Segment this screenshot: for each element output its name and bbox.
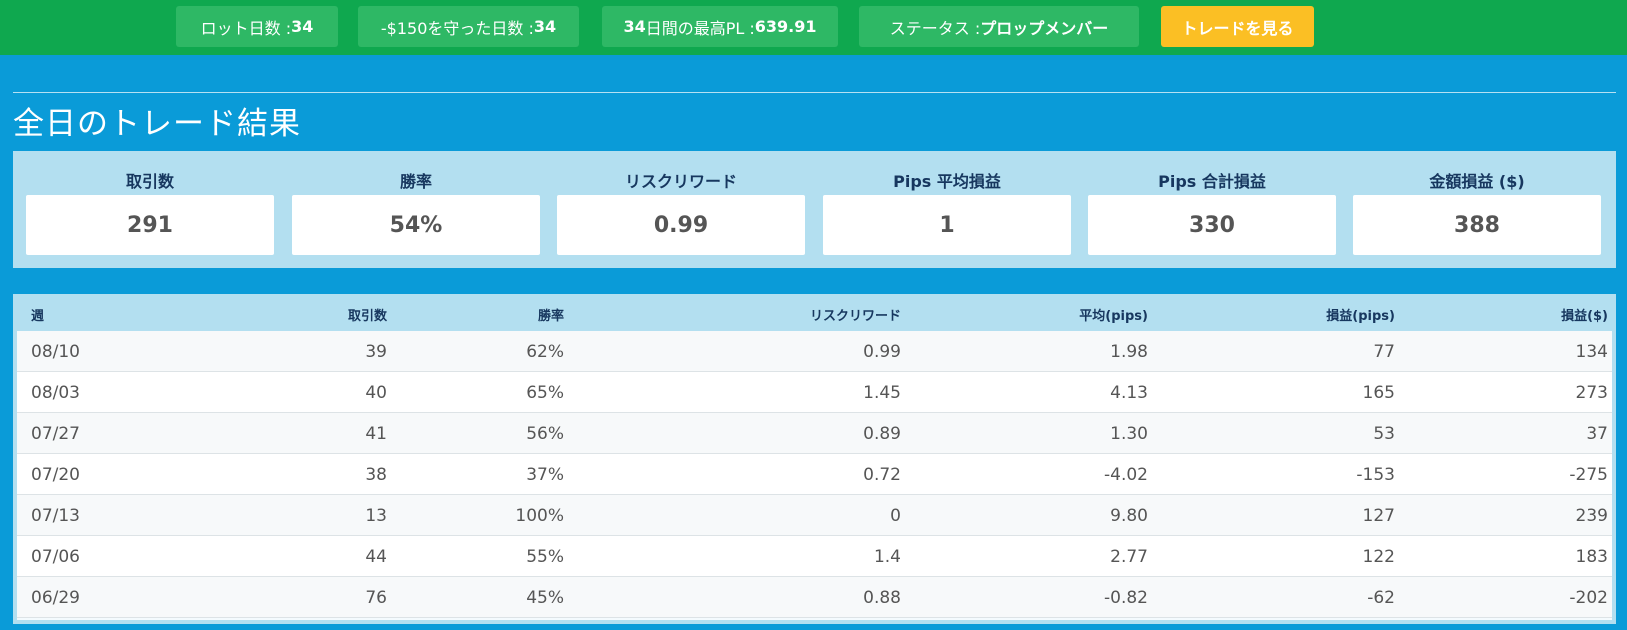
- stat-riskreward-label: リスクリワード: [624, 172, 737, 191]
- cell-pl-dollar: 273: [1575, 383, 1608, 403]
- col-riskreward-header: リスクリワード: [809, 309, 901, 324]
- stat-avg-pips-value: 1: [823, 195, 1071, 255]
- cell-avg-pips: 9.80: [1110, 506, 1148, 526]
- stat-total-pips-label: Pips 合計損益: [1158, 172, 1266, 191]
- cell-avg-pips: -4.02: [1104, 465, 1148, 485]
- best-pl-value: 639.91: [754, 17, 817, 36]
- cell-avg-pips: -0.82: [1104, 588, 1148, 608]
- cell-winrate: 100%: [515, 506, 564, 526]
- cell-pl-pips: -62: [1367, 588, 1395, 608]
- cell-trades: 39: [365, 342, 387, 362]
- cell-riskreward: 1.45: [863, 383, 901, 403]
- cell-trades: 76: [365, 588, 387, 608]
- cell-riskreward: 0.72: [863, 465, 901, 485]
- weekly-results-table: 週 取引数 勝率 リスクリワード 平均(pips) 損益(pips) 損益($)…: [13, 294, 1616, 624]
- cell-week: 07/20: [31, 465, 80, 485]
- protected-days-badge: -$150を守った日数 : 34: [358, 6, 579, 47]
- cell-trades: 41: [365, 424, 387, 444]
- cell-winrate: 56%: [526, 424, 564, 444]
- lot-days-badge: ロット日数 : 34: [176, 6, 338, 47]
- protected-days-label: -$150を守った日数 :: [380, 18, 534, 38]
- cell-trades: 13: [365, 506, 387, 526]
- cell-pl-pips: 127: [1362, 506, 1395, 526]
- cell-riskreward: 1.4: [873, 547, 901, 567]
- cell-winrate: 65%: [526, 383, 564, 403]
- section-title: 全日のトレード結果: [13, 106, 301, 142]
- cell-pl-pips: 53: [1373, 424, 1395, 444]
- cell-riskreward: 0.88: [863, 588, 901, 608]
- stat-riskreward-value: 0.99: [557, 195, 805, 255]
- section-divider: [13, 92, 1616, 93]
- col-trades-header: 取引数: [347, 309, 387, 324]
- table-row: 08/03 40 65% 1.45 4.13 165 273: [17, 372, 1612, 413]
- cell-pl-dollar: 239: [1575, 506, 1608, 526]
- cell-week: 07/06: [31, 547, 80, 567]
- cell-pl-dollar: 183: [1575, 547, 1608, 567]
- cell-avg-pips: 2.77: [1110, 547, 1148, 567]
- best-pl-badge: 34 日間の最高PL : 639.91: [602, 6, 838, 47]
- status-badge: ステータス : プロップメンバー: [859, 6, 1139, 47]
- cell-winrate: 62%: [526, 342, 564, 362]
- cell-pl-dollar: -275: [1569, 465, 1608, 485]
- top-status-bar: ロット日数 : 34 -$150を守った日数 : 34 34 日間の最高PL : …: [0, 0, 1627, 55]
- lot-days-value: 34: [291, 17, 314, 36]
- cell-avg-pips: 1.98: [1110, 342, 1148, 362]
- cell-winrate: 55%: [526, 547, 564, 567]
- protected-days-value: 34: [533, 17, 557, 36]
- cell-pl-dollar: 134: [1575, 342, 1608, 362]
- cell-week: 07/27: [31, 424, 80, 444]
- table-row: 07/13 13 100% 0 9.80 127 239: [17, 495, 1612, 536]
- cell-trades: 40: [365, 383, 387, 403]
- col-winrate-header: 勝率: [537, 309, 564, 324]
- cell-week: 07/13: [31, 506, 80, 526]
- cell-avg-pips: 1.30: [1110, 424, 1148, 444]
- stat-avg-pips-label: Pips 平均損益: [893, 172, 1001, 191]
- cell-pl-dollar: -202: [1569, 588, 1608, 608]
- cell-pl-dollar: 37: [1586, 424, 1608, 444]
- cell-trades: 38: [365, 465, 387, 485]
- table-row: 07/20 38 37% 0.72 -4.02 -153 -275: [17, 454, 1612, 495]
- table-row: 08/10 39 62% 0.99 1.98 77 134: [17, 331, 1612, 372]
- table-row: 06/29 76 45% 0.88 -0.82 -62 -202: [17, 577, 1612, 618]
- cell-pl-pips: 165: [1362, 383, 1395, 403]
- col-week-header: 週: [31, 309, 45, 324]
- status-label: ステータス :: [889, 18, 981, 38]
- stat-winrate-value: 54%: [292, 195, 540, 255]
- cell-avg-pips: 4.13: [1110, 383, 1148, 403]
- cell-riskreward: 0.99: [863, 342, 901, 362]
- col-pl-dollar-header: 損益($): [1561, 309, 1608, 324]
- table-row: 07/06 44 55% 1.4 2.77 122 183: [17, 536, 1612, 577]
- table-body: 08/10 39 62% 0.99 1.98 77 134 08/03 40 6…: [17, 331, 1612, 620]
- cell-week: 08/10: [31, 342, 80, 362]
- table-row: 07/27 41 56% 0.89 1.30 53 37: [17, 413, 1612, 454]
- stat-trades-value: 291: [26, 195, 274, 255]
- status-value: プロップメンバー: [980, 18, 1109, 38]
- cell-winrate: 37%: [526, 465, 564, 485]
- stat-trades-label: 取引数: [125, 172, 174, 191]
- cell-riskreward: 0.89: [863, 424, 901, 444]
- cell-pl-pips: 77: [1373, 342, 1395, 362]
- col-avg-pips-header: 平均(pips): [1079, 309, 1148, 324]
- stat-winrate-label: 勝率: [399, 172, 432, 191]
- stat-total-pips-value: 330: [1088, 195, 1336, 255]
- lot-days-label: ロット日数 :: [200, 18, 292, 38]
- cell-week: 08/03: [31, 383, 80, 403]
- table-header: 週 取引数 勝率 リスクリワード 平均(pips) 損益(pips) 損益($): [17, 294, 1612, 331]
- col-pl-pips-header: 損益(pips): [1326, 309, 1395, 324]
- cell-winrate: 45%: [526, 588, 564, 608]
- stat-pl-dollar-label: 金額損益 ($): [1429, 172, 1525, 191]
- stat-pl-dollar-value: 388: [1353, 195, 1601, 255]
- summary-stats-panel: 取引数 291 勝率 54% リスクリワード 0.99 Pips 平均損益 1 …: [13, 151, 1616, 268]
- cell-pl-pips: -153: [1356, 465, 1395, 485]
- cell-pl-pips: 122: [1362, 547, 1395, 567]
- best-pl-days: 34: [623, 17, 646, 36]
- best-pl-label: 日間の最高PL :: [645, 18, 755, 38]
- cell-week: 06/29: [31, 588, 80, 608]
- cell-riskreward: 0: [890, 506, 901, 526]
- cell-trades: 44: [365, 547, 387, 567]
- view-trades-button[interactable]: トレードを見る: [1161, 6, 1314, 47]
